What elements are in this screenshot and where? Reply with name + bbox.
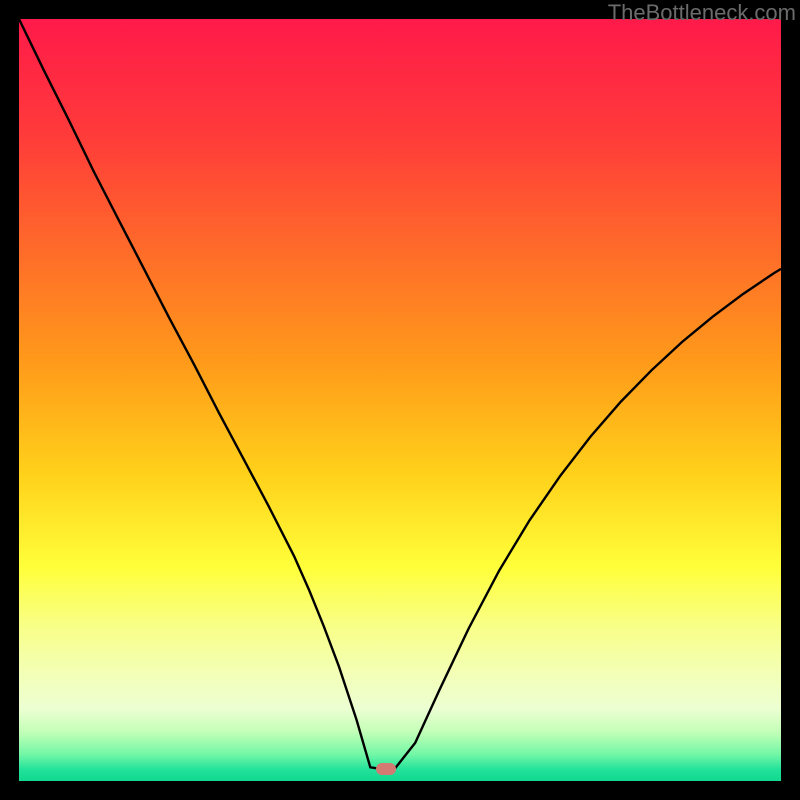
chart-frame xyxy=(19,19,781,781)
bottleneck-curve xyxy=(19,19,781,781)
optimal-marker xyxy=(376,763,396,775)
